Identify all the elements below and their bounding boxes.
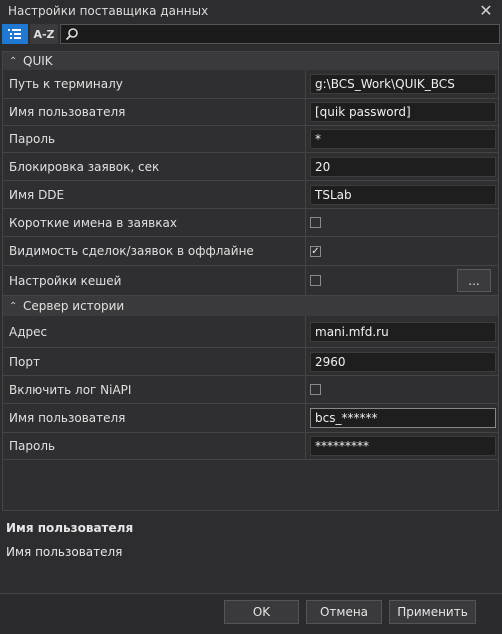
cache-settings-button[interactable]: ... <box>457 269 491 292</box>
property-name: Видимость сделок/заявок в оффлайне <box>3 237 306 265</box>
property-name: Имя DDE <box>3 181 306 208</box>
offline-visibility-checkbox[interactable]: ✓ <box>310 245 321 257</box>
chevron-up-icon[interactable]: ⌃ <box>9 301 23 312</box>
categorized-view-button[interactable] <box>2 24 28 44</box>
dialog-footer: OK Отмена Применить <box>0 593 502 634</box>
property-row-order-lock: Блокировка заявок, сек 20 <box>3 153 498 181</box>
ok-button[interactable]: OK <box>224 600 299 624</box>
property-name: Адрес <box>3 316 306 347</box>
address-input[interactable]: mani.mfd.ru <box>310 321 496 342</box>
alphabetical-sort-button[interactable]: A-Z <box>30 24 58 44</box>
property-row-terminal-path: Путь к терминалу g:\BCS_Work\QUIK_BCS <box>3 70 498 99</box>
property-row-username: Имя пользователя [quik password] <box>3 99 498 126</box>
short-names-checkbox[interactable] <box>310 217 321 228</box>
category-quik[interactable]: ⌃ QUIK <box>3 52 498 70</box>
category-label: QUIK <box>23 54 53 68</box>
description-title: Имя пользователя <box>6 521 134 535</box>
property-name: Настройки кешей <box>3 266 306 295</box>
checkmark-icon: ✓ <box>311 245 320 257</box>
description-panel: Имя пользователя Имя пользователя <box>2 513 499 589</box>
property-grid: ⌃ QUIK Путь к терминалу g:\BCS_Work\QUIK… <box>2 51 499 511</box>
property-name: Имя пользователя <box>3 99 306 125</box>
quik-username-input[interactable]: [quik password] <box>310 102 496 122</box>
property-name: Включить лог NiAPI <box>3 376 306 403</box>
property-row-port: Порт 2960 <box>3 348 498 376</box>
dde-name-input[interactable]: TSLab <box>310 184 496 205</box>
chevron-up-icon[interactable]: ⌃ <box>9 56 23 67</box>
property-name: Порт <box>3 348 306 375</box>
property-row-history-password: Пароль ********* <box>3 433 498 460</box>
cancel-button[interactable]: Отмена <box>306 600 382 624</box>
description-text: Имя пользователя <box>6 545 123 559</box>
property-name: Короткие имена в заявках <box>3 209 306 236</box>
property-row-address: Адрес mani.mfd.ru <box>3 316 498 348</box>
property-row-cache-settings: Настройки кешей ... <box>3 266 498 296</box>
property-row-offline-visibility: Видимость сделок/заявок в оффлайне ✓ <box>3 237 498 266</box>
property-row-niapi-log: Включить лог NiAPI <box>3 376 498 404</box>
toolbar: A-Z <box>0 22 502 46</box>
cache-settings-checkbox[interactable] <box>310 275 321 286</box>
category-history-server[interactable]: ⌃ Сервер истории <box>3 296 498 316</box>
history-password-input[interactable]: ********* <box>310 436 496 456</box>
property-name: Блокировка заявок, сек <box>3 153 306 180</box>
property-name: Путь к терминалу <box>3 70 306 98</box>
property-row-short-names: Короткие имена в заявках <box>3 209 498 237</box>
terminal-path-input[interactable]: g:\BCS_Work\QUIK_BCS <box>310 74 496 94</box>
title-bar: Настройки поставщика данных ✕ <box>0 0 502 22</box>
property-row-dde-name: Имя DDE TSLab <box>3 181 498 209</box>
apply-button[interactable]: Применить <box>389 600 476 624</box>
port-input[interactable]: 2960 <box>310 351 496 372</box>
search-field[interactable] <box>60 24 500 44</box>
category-label: Сервер истории <box>23 299 125 313</box>
history-username-input[interactable]: bcs_****** <box>310 408 496 428</box>
property-row-history-username: Имя пользователя bcs_****** <box>3 404 498 433</box>
order-lock-input[interactable]: 20 <box>310 156 496 177</box>
window-title: Настройки поставщика данных <box>8 4 209 18</box>
property-name: Пароль <box>3 126 306 152</box>
quik-password-input[interactable]: * <box>310 129 496 149</box>
close-icon[interactable]: ✕ <box>478 3 494 19</box>
property-row-password: Пароль * <box>3 126 498 153</box>
search-icon <box>65 28 78 41</box>
property-name: Пароль <box>3 433 306 459</box>
categorized-list-icon <box>8 29 21 39</box>
provider-settings-dialog: Настройки поставщика данных ✕ A-Z ⌃ QUIK… <box>0 0 502 634</box>
niapi-log-checkbox[interactable] <box>310 384 321 395</box>
property-name: Имя пользователя <box>3 404 306 432</box>
